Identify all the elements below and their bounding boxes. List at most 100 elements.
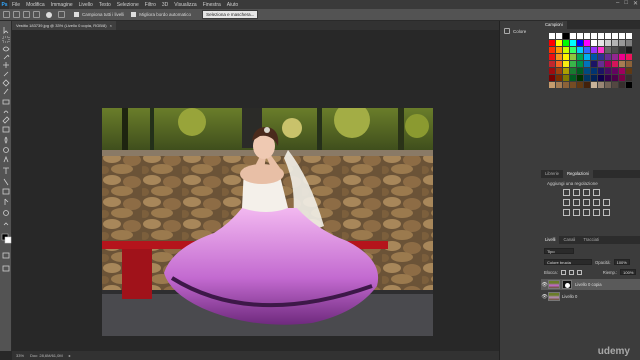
color-swatch[interactable] xyxy=(563,82,570,89)
color-swatch[interactable] xyxy=(563,54,570,61)
color-swatch[interactable] xyxy=(605,47,612,54)
menu-immagine[interactable]: Immagine xyxy=(48,2,76,8)
color-swatch[interactable] xyxy=(549,40,556,47)
gradient-map-adjustment-icon[interactable] xyxy=(593,209,600,216)
curves-adjustment-icon[interactable] xyxy=(583,189,590,196)
color-swatch[interactable] xyxy=(591,75,598,82)
color-swatch[interactable] xyxy=(598,33,605,40)
color-swatch[interactable] xyxy=(556,33,563,40)
lock-pixels-icon[interactable] xyxy=(560,269,566,275)
color-swatch[interactable] xyxy=(584,75,591,82)
color-swatch[interactable] xyxy=(598,82,605,89)
color-swatch[interactable] xyxy=(584,68,591,75)
color-swatch[interactable] xyxy=(612,75,619,82)
color-swatch[interactable] xyxy=(584,61,591,68)
brightness-adjustment-icon[interactable] xyxy=(563,189,570,196)
color-swatch[interactable] xyxy=(570,54,577,61)
color-swatch[interactable] xyxy=(626,61,633,68)
lock-position-icon[interactable] xyxy=(568,269,574,275)
color-swatch[interactable] xyxy=(619,33,626,40)
color-swatch[interactable] xyxy=(605,40,612,47)
color-swatch[interactable] xyxy=(549,33,556,40)
color-swatch[interactable] xyxy=(626,40,633,47)
color-swatch[interactable] xyxy=(605,75,612,82)
color-swatch[interactable] xyxy=(570,82,577,89)
fill-field[interactable]: 100% xyxy=(620,269,637,275)
visibility-eye-icon[interactable]: 👁 xyxy=(541,282,548,288)
color-swatch[interactable] xyxy=(619,82,626,89)
menu-selezione[interactable]: Selezione xyxy=(114,2,142,8)
close-window-button[interactable]: ✕ xyxy=(633,0,638,7)
color-swatch[interactable] xyxy=(598,75,605,82)
tab-adjustments[interactable]: Regolazioni xyxy=(562,170,593,178)
subtract-selection-icon[interactable] xyxy=(33,11,40,18)
color-swatch[interactable] xyxy=(570,75,577,82)
color-swatch[interactable] xyxy=(556,68,563,75)
color-swatch[interactable] xyxy=(598,47,605,54)
color-swatch[interactable] xyxy=(577,33,584,40)
exposure-adjustment-icon[interactable] xyxy=(593,189,600,196)
color-swatch[interactable] xyxy=(612,40,619,47)
new-selection-icon[interactable] xyxy=(13,11,20,18)
color-swatch[interactable] xyxy=(612,47,619,54)
color-swatch[interactable] xyxy=(605,54,612,61)
select-and-mask-button[interactable]: Seleziona e maschera... xyxy=(202,10,259,19)
menu-testo[interactable]: Testo xyxy=(96,2,114,8)
menu-aiuto[interactable]: Aiuto xyxy=(224,2,241,8)
color-swatch[interactable] xyxy=(605,82,612,89)
color-swatch[interactable] xyxy=(591,47,598,54)
color-swatch[interactable] xyxy=(563,61,570,68)
layer-mask-thumbnail[interactable] xyxy=(562,280,572,289)
color-swatch[interactable] xyxy=(563,47,570,54)
color-swatch[interactable] xyxy=(626,54,633,61)
tab-layers[interactable]: Livelli xyxy=(541,236,560,244)
color-swatch[interactable] xyxy=(598,54,605,61)
color-swatch[interactable] xyxy=(619,75,626,82)
color-swatch[interactable] xyxy=(577,47,584,54)
vibrance-adjustment-icon[interactable] xyxy=(563,199,570,206)
menu-3d[interactable]: 3D xyxy=(159,2,171,8)
hue-saturation-adjustment-icon[interactable] xyxy=(573,199,580,206)
color-swatch[interactable] xyxy=(570,68,577,75)
color-swatch[interactable] xyxy=(570,40,577,47)
selective-color-adjustment-icon[interactable] xyxy=(603,209,610,216)
color-swatch[interactable] xyxy=(605,33,612,40)
auto-enhance-checkbox[interactable] xyxy=(131,12,137,17)
color-swatch[interactable] xyxy=(612,54,619,61)
menu-finestra[interactable]: Finestra xyxy=(200,2,224,8)
color-swatch[interactable] xyxy=(612,82,619,89)
color-swatch[interactable] xyxy=(549,54,556,61)
color-balance-adjustment-icon[interactable] xyxy=(583,199,590,206)
color-swatch[interactable] xyxy=(577,61,584,68)
color-swatch[interactable] xyxy=(563,33,570,40)
close-tab-icon[interactable]: × xyxy=(110,23,112,28)
color-swatch[interactable] xyxy=(605,68,612,75)
menu-filtro[interactable]: Filtro xyxy=(142,2,159,8)
color-swatch[interactable] xyxy=(556,40,563,47)
color-swatch[interactable] xyxy=(577,68,584,75)
color-swatch[interactable] xyxy=(619,54,626,61)
color-swatch[interactable] xyxy=(556,61,563,68)
color-swatch[interactable] xyxy=(570,33,577,40)
color-swatch[interactable] xyxy=(577,82,584,89)
color-swatch[interactable] xyxy=(577,40,584,47)
color-swatch[interactable] xyxy=(598,40,605,47)
maximize-button[interactable]: □ xyxy=(624,0,628,7)
color-swatch[interactable] xyxy=(584,47,591,54)
color-swatch[interactable] xyxy=(584,40,591,47)
color-swatch[interactable] xyxy=(619,68,626,75)
color-swatch[interactable] xyxy=(584,33,591,40)
color-swatch[interactable] xyxy=(591,40,598,47)
color-swatch[interactable] xyxy=(549,61,556,68)
document-photo[interactable] xyxy=(102,108,433,336)
color-swatch[interactable] xyxy=(584,82,591,89)
quick-selection-tool-icon[interactable] xyxy=(3,11,10,18)
color-swatch[interactable] xyxy=(556,54,563,61)
color-swatch[interactable] xyxy=(598,61,605,68)
color-swatch[interactable] xyxy=(549,68,556,75)
color-swatch[interactable] xyxy=(549,47,556,54)
color-swatch[interactable] xyxy=(563,40,570,47)
tab-libraries[interactable]: Librerie xyxy=(541,170,563,178)
color-swatch[interactable] xyxy=(577,75,584,82)
layer-row[interactable]: 👁 Livello 0 xyxy=(541,291,640,302)
